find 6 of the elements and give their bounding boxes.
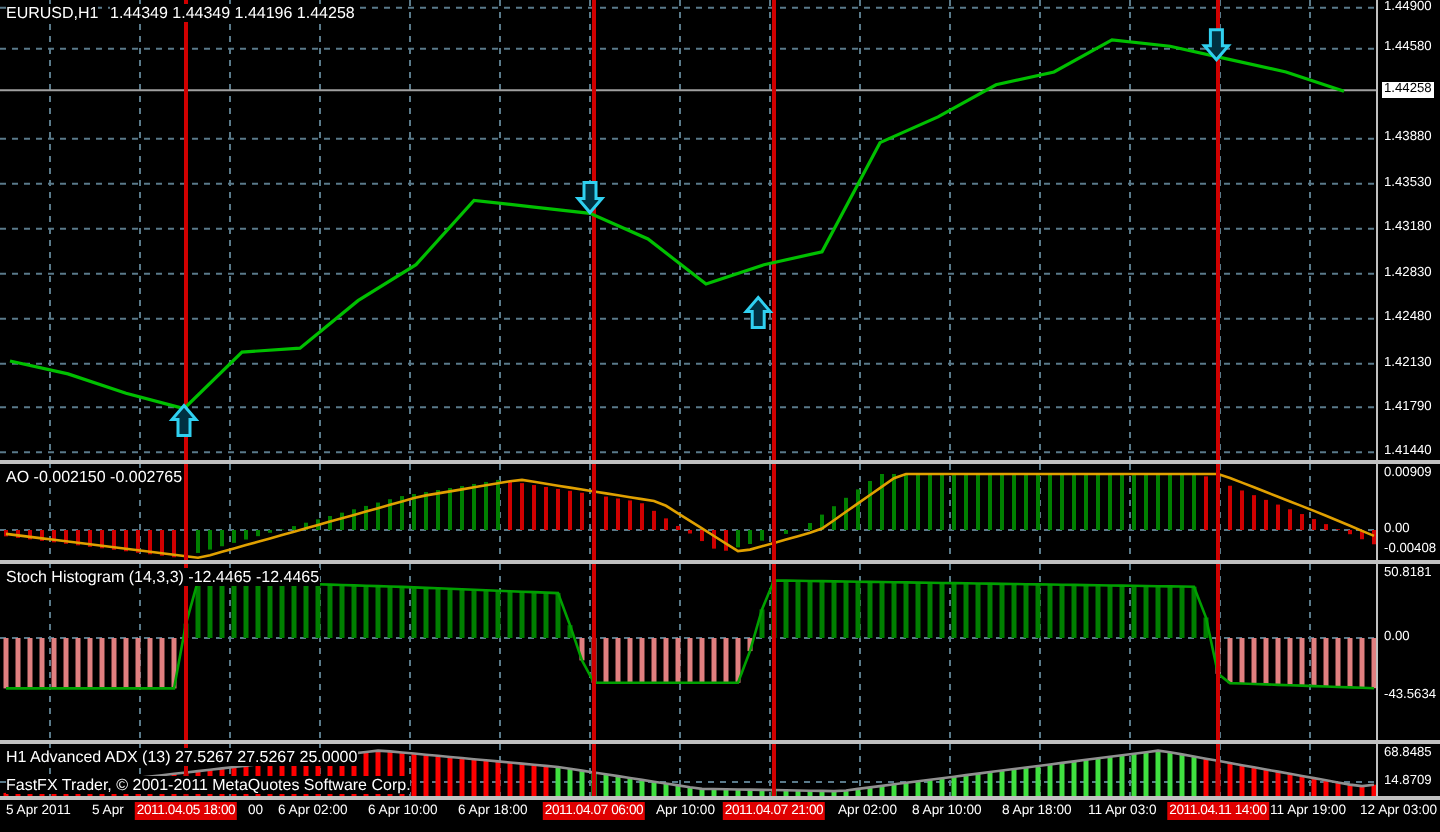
symbol-label: EURUSD,H1 bbox=[6, 4, 99, 22]
indicator-header: Stoch Histogram (14,3,3) -12.4465 -12.4465 bbox=[6, 568, 320, 586]
price-readings: 1.44349 1.44349 1.44196 1.44258 bbox=[110, 4, 355, 22]
copyright-text: FastFX Trader, © 2001-2011 MetaQuotes Software Corp. bbox=[6, 776, 411, 794]
indicator-header: AO -0.002150 -0.002765 bbox=[6, 468, 183, 486]
indicator-header: H1 Advanced ADX (13) 27.5267 27.5267 25.0000 bbox=[6, 748, 358, 766]
